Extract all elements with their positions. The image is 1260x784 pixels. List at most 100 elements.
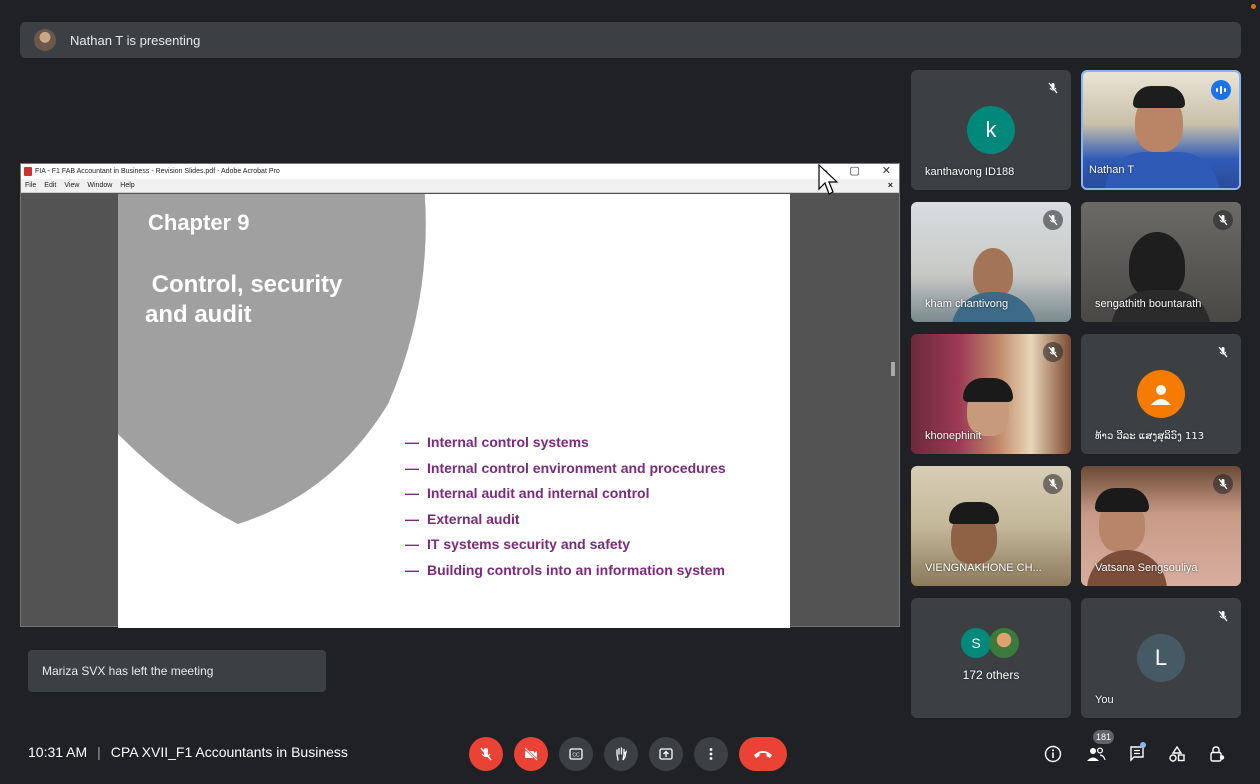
camera-off-icon	[524, 747, 538, 761]
presenting-text: Nathan T is presenting	[70, 32, 201, 48]
microphone-toggle-button[interactable]	[469, 737, 503, 771]
more-options-button[interactable]	[694, 737, 728, 771]
self-avatar: L	[1137, 634, 1185, 682]
participant-tile[interactable]: k kanthavong ID188	[911, 70, 1071, 190]
close-window-button[interactable]: ✕	[882, 164, 891, 179]
svg-text:CC: CC	[572, 753, 580, 759]
shared-screen: FIA - F1 FAB Accountant in Business - Re…	[20, 163, 900, 628]
chat-button[interactable]	[1124, 740, 1152, 768]
more-vert-icon	[709, 748, 713, 760]
meeting-time: 10:31 AM	[28, 744, 88, 760]
meeting-details: 10:31 AM | CPA XVII_F1 Accountants in Bu…	[28, 744, 348, 760]
pdf-icon	[24, 167, 32, 176]
mic-off-icon	[1043, 210, 1063, 230]
bullet-item: — Internal control systems	[405, 434, 589, 450]
participant-name: sengathith bountarath	[1095, 298, 1202, 310]
restore-button[interactable]: ▢	[849, 164, 859, 179]
bullet-item: — IT systems security and safety	[405, 536, 631, 553]
speaking-indicator-icon	[1211, 80, 1231, 100]
bullet-item: — Internal audit and internal control	[405, 485, 650, 502]
participant-name: Vatsana Sengsouliya	[1095, 562, 1198, 574]
participant-photo-avatar	[989, 628, 1019, 658]
acrobat-title-bar: FIA - F1 FAB Accountant in Business - Re…	[21, 164, 899, 179]
mic-off-icon	[1213, 342, 1233, 362]
participant-hair	[1133, 86, 1185, 108]
raise-hand-icon	[616, 747, 628, 761]
info-icon	[1044, 745, 1062, 763]
participant-tile[interactable]: kham chantivong	[911, 202, 1071, 322]
closed-captions-icon: CC	[569, 748, 583, 760]
participant-name: You	[1095, 694, 1114, 706]
mic-off-icon	[1043, 78, 1063, 98]
people-button[interactable]	[1082, 740, 1110, 768]
participant-name: khonephinit	[925, 430, 982, 442]
leave-call-button[interactable]	[739, 737, 787, 771]
recording-indicator-dot	[1251, 4, 1256, 9]
menu-view[interactable]: View	[64, 182, 79, 189]
participant-tile[interactable]: VIENGNAKHONE CH...	[911, 466, 1071, 586]
participant-name: Nathan T	[1089, 164, 1135, 176]
presenting-banner: Nathan T is presenting	[20, 22, 1241, 58]
default-user-avatar-icon	[1137, 370, 1185, 418]
bullet-item: — Building controls into an information s…	[405, 561, 725, 578]
participant-tile[interactable]: sengathith bountarath	[1081, 202, 1241, 322]
menu-edit[interactable]: Edit	[44, 182, 56, 189]
mic-off-icon	[1213, 474, 1233, 494]
participant-hair	[963, 378, 1013, 402]
close-document-button[interactable]: ×	[888, 180, 893, 190]
chat-notification-dot	[1140, 742, 1146, 748]
participant-name: kham chantivong	[925, 298, 1009, 310]
others-tile[interactable]: S 172 others	[911, 598, 1071, 718]
mic-off-icon	[1213, 606, 1233, 626]
activities-button[interactable]	[1163, 740, 1191, 768]
captions-button[interactable]: CC	[559, 737, 593, 771]
acrobat-menu-bar: File Edit View Window Help ×	[21, 179, 899, 193]
lock-person-icon	[1210, 746, 1225, 762]
participant-name: VIENGNAKHONE CH...	[925, 562, 1042, 574]
meeting-name: CPA XVII_F1 Accountants in Business	[110, 744, 348, 760]
left-meeting-toast: Mariza SVX has left the meeting	[28, 650, 326, 692]
participant-tile[interactable]: Nathan T	[1081, 70, 1241, 190]
menu-help[interactable]: Help	[120, 182, 134, 189]
meeting-info-button[interactable]	[1039, 740, 1067, 768]
hang-up-icon	[754, 751, 772, 758]
presenter-avatar	[34, 29, 56, 51]
menu-window[interactable]: Window	[87, 182, 112, 189]
slide-chapter: Chapter 9	[148, 210, 250, 235]
shield-graphic	[118, 194, 426, 524]
pdf-slide: Chapter 9 Control, security and audit — I…	[118, 194, 790, 628]
slide-title: Control, security and audit	[145, 271, 343, 328]
others-count: 172 others	[962, 668, 1020, 682]
participant-tile[interactable]: ທ້າວ ວີລະ ແສງສຸລິວົງ 113	[1081, 334, 1241, 454]
participant-name: ທ້າວ ວີລະ ແສງສຸລິວົງ 113	[1095, 431, 1205, 442]
self-tile[interactable]: L You	[1081, 598, 1241, 718]
participant-head	[1129, 232, 1185, 298]
participant-face	[973, 248, 1013, 298]
participant-avatar: k	[967, 106, 1015, 154]
activities-icon	[1169, 745, 1185, 762]
menu-file[interactable]: File	[25, 182, 36, 189]
camera-toggle-button[interactable]	[514, 737, 548, 771]
mic-off-icon	[480, 747, 492, 761]
present-screen-button[interactable]	[649, 737, 683, 771]
participant-avatar: S	[961, 628, 991, 658]
present-screen-icon	[659, 748, 673, 760]
document-viewport: Chapter 9 Control, security and audit — I…	[21, 194, 899, 628]
raise-hand-button[interactable]	[604, 737, 638, 771]
bullet-item: — Internal control environment and proced…	[405, 459, 726, 476]
toast-text: Mariza SVX has left the meeting	[42, 664, 214, 678]
participant-count-badge: 181	[1093, 730, 1115, 744]
participant-tile[interactable]: khonephinit	[911, 334, 1071, 454]
acrobat-window-title: FIA - F1 FAB Accountant in Business - Re…	[35, 168, 280, 175]
slide-bullet-list: — Internal control systems — Internal cont…	[405, 434, 726, 588]
mic-off-icon	[1043, 342, 1063, 362]
host-controls-button[interactable]	[1203, 740, 1231, 768]
bullet-item: — External audit	[405, 510, 520, 527]
people-icon	[1087, 747, 1106, 761]
mic-off-icon	[1213, 210, 1233, 230]
mouse-cursor-icon	[818, 163, 839, 195]
mic-off-icon	[1043, 474, 1063, 494]
participant-tile[interactable]: Vatsana Sengsouliya	[1081, 466, 1241, 586]
participant-hair	[949, 502, 999, 524]
document-scrollbar[interactable]	[891, 362, 895, 376]
